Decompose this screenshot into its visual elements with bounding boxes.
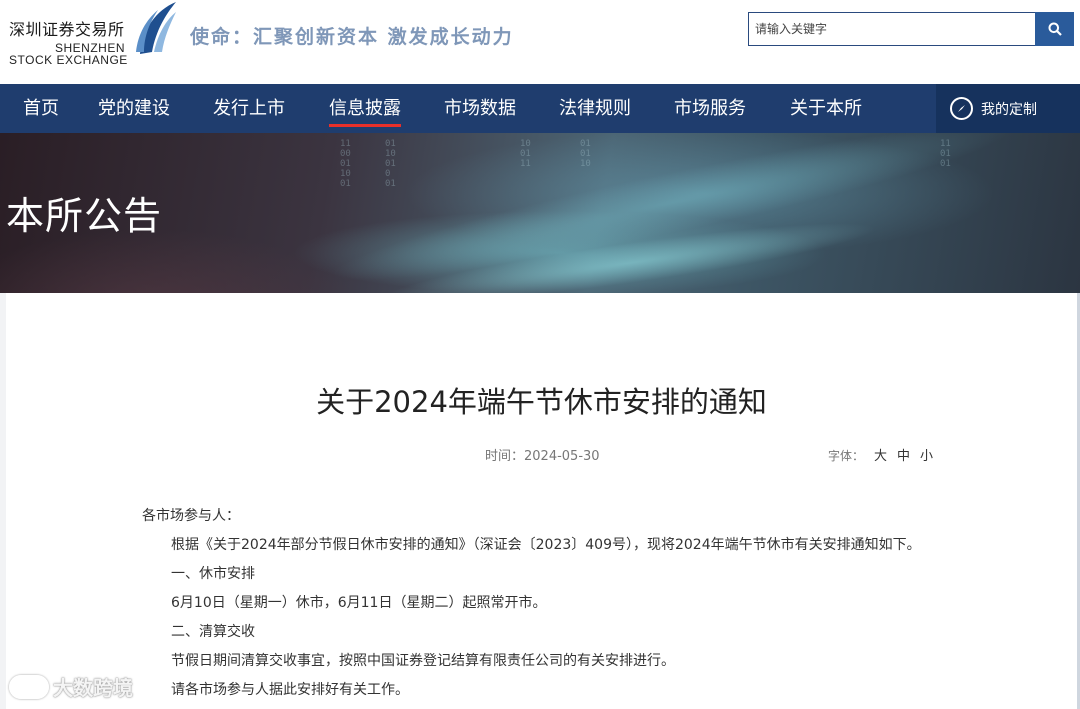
- search-button[interactable]: [1035, 12, 1074, 46]
- watermark: 大数跨境: [9, 672, 133, 701]
- paragraph: 二、清算交收: [171, 624, 255, 640]
- nav-item-about[interactable]: 关于本所: [790, 84, 862, 133]
- nav-item-rules[interactable]: 法律规则: [559, 84, 631, 133]
- time-label: 时间：: [485, 449, 525, 464]
- banner-digits: 01 10 01 0 01: [385, 139, 396, 189]
- publish-time: 时间：2024-05-30: [485, 445, 600, 464]
- main-nav: 首页 党的建设 发行上市 信息披露 市场数据 法律规则 市场服务 关于本所 我的…: [0, 84, 1080, 133]
- nav-item-disclosure[interactable]: 信息披露: [329, 84, 401, 133]
- paragraph: 各市场参与人：: [142, 508, 240, 524]
- search-icon: [1048, 22, 1062, 36]
- nav-item-listing[interactable]: 发行上市: [213, 84, 285, 133]
- time-value: 2024-05-30: [524, 449, 600, 464]
- logo-mark-icon[interactable]: [132, 0, 178, 56]
- search-box: [748, 12, 1074, 46]
- font-label: 字体：: [828, 449, 865, 463]
- my-custom-button[interactable]: 我的定制: [936, 84, 1080, 133]
- compass-icon: [950, 97, 973, 120]
- nav-item-party-building[interactable]: 党的建设: [98, 84, 170, 133]
- banner-digits: 01 01 10: [580, 139, 591, 169]
- font-size-large[interactable]: 大: [874, 449, 887, 464]
- logo-en-line2: STOCK EXCHANGE: [9, 53, 128, 67]
- nav-item-services[interactable]: 市场服务: [674, 84, 746, 133]
- banner-digits: 11 01 01: [940, 139, 951, 169]
- paragraph: 一、休市安排: [171, 566, 255, 582]
- paragraph: 6月10日（星期一）休市，6月11日（星期二）起照常开市。: [171, 595, 547, 611]
- paragraph: 根据《关于2024年部分节假日休市安排的通知》（深证会〔2023〕409号），现…: [171, 537, 921, 553]
- my-custom-label: 我的定制: [981, 101, 1037, 118]
- slogan: 使命：汇聚创新资本 激发成长动力: [190, 26, 514, 48]
- search-input[interactable]: [748, 12, 1036, 46]
- paragraph: 请各市场参与人据此安排好有关工作。: [171, 682, 409, 698]
- paragraph: 节假日期间清算交收事宜，按照中国证券登记结算有限责任公司的有关安排进行。: [171, 653, 675, 669]
- logo-cn-text[interactable]: 深圳证券交易所: [9, 16, 125, 40]
- site-header: 深圳证券交易所 SHENZHEN STOCK EXCHANGE 使命：汇聚创新资…: [0, 0, 1080, 84]
- font-size-medium[interactable]: 中: [897, 449, 910, 464]
- font-size-small[interactable]: 小: [920, 449, 933, 464]
- font-size-switcher: 字体： 大中小: [828, 445, 933, 464]
- nav-item-home[interactable]: 首页: [23, 84, 59, 133]
- nav-item-market-data[interactable]: 市场数据: [444, 84, 516, 133]
- article-title: 关于2024年端午节休市安排的通知: [316, 385, 767, 419]
- banner-digits: 11 00 01 10 01: [340, 139, 351, 189]
- watermark-text: 大数跨境: [53, 676, 133, 700]
- article-card: 关于2024年端午节休市安排的通知 时间：2024-05-30 字体： 大中小: [6, 293, 1077, 709]
- watermark-logo-icon: [9, 674, 49, 699]
- banner-title: 本所公告: [6, 194, 163, 238]
- banner-digits: 10 01 11: [520, 139, 531, 169]
